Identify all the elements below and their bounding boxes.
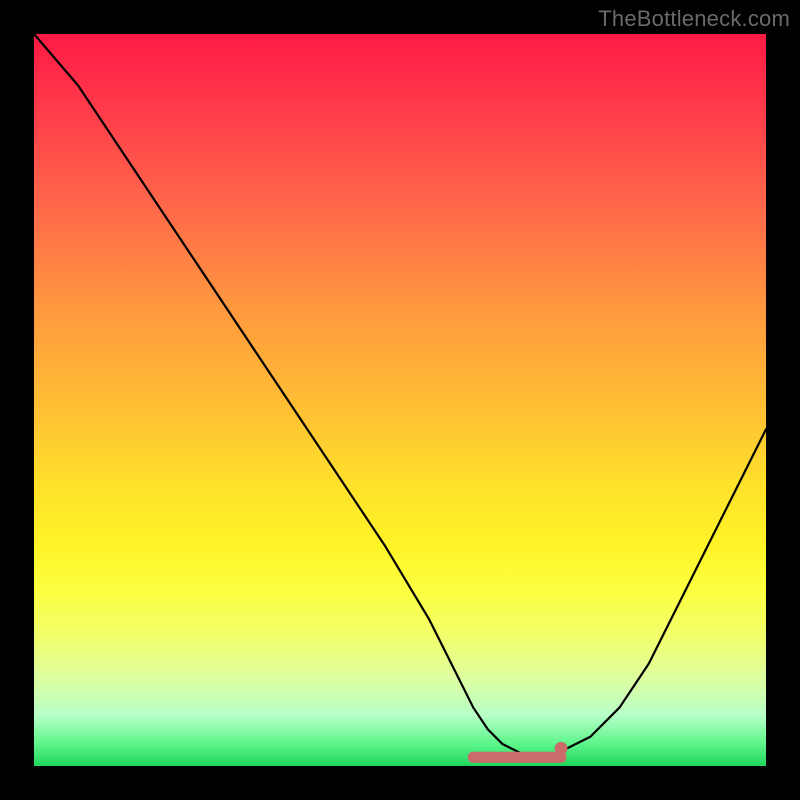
plot-area bbox=[34, 34, 766, 766]
chart-frame: TheBottleneck.com bbox=[0, 0, 800, 800]
bottleneck-curve bbox=[34, 34, 766, 759]
curve-layer bbox=[34, 34, 766, 766]
watermark-text: TheBottleneck.com bbox=[598, 6, 790, 32]
optimal-end-dot bbox=[555, 742, 568, 755]
